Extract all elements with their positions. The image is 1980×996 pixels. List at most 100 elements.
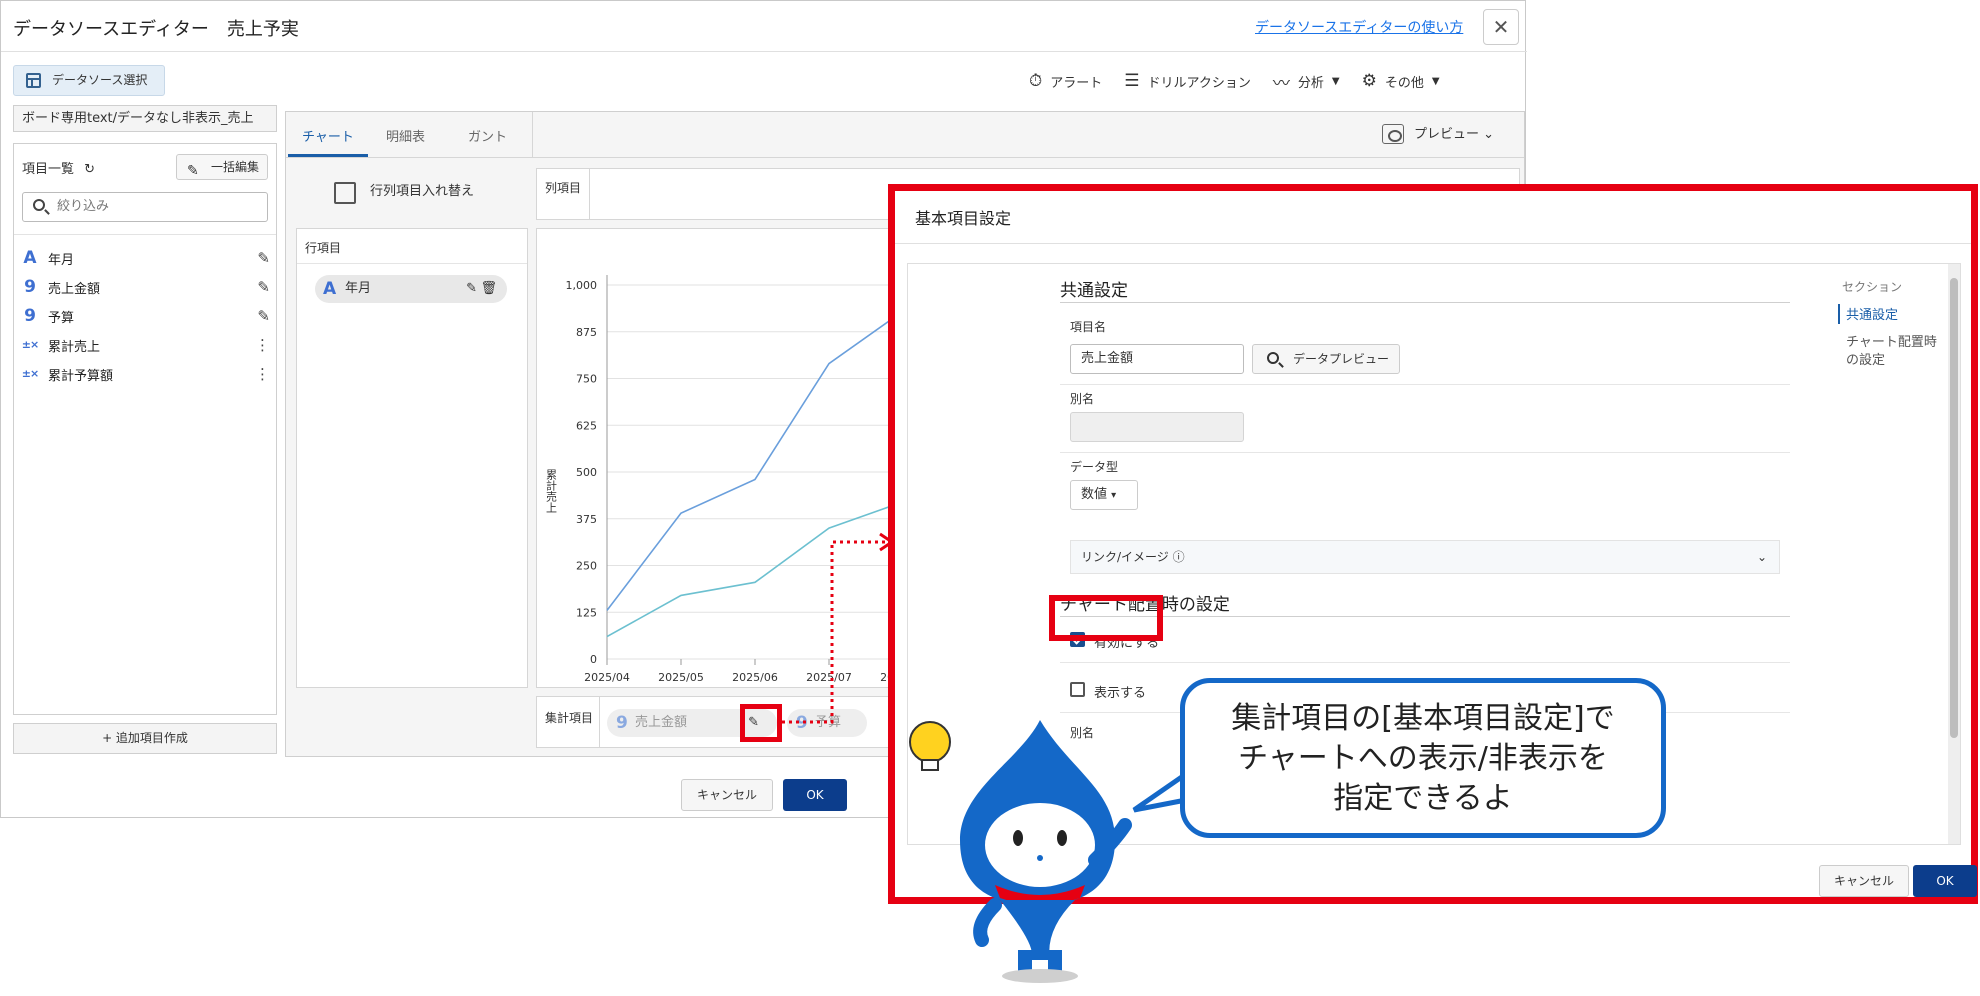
text-type-icon: A bbox=[323, 279, 337, 299]
y-tick-label: 500 bbox=[576, 466, 597, 479]
item-name-label: 項目名 bbox=[1070, 320, 1107, 334]
section-nav-chart[interactable]: チャート配置時の設定 bbox=[1846, 334, 1946, 370]
data-preview-button[interactable]: データプレビュー bbox=[1252, 344, 1400, 374]
help-link[interactable]: データソースエディターの使い方 bbox=[1255, 17, 1463, 37]
trash-icon[interactable]: 🗑 bbox=[480, 275, 497, 303]
dialog-title: 基本項目設定 bbox=[915, 209, 1012, 228]
filter-placeholder: 絞り込み bbox=[57, 199, 110, 214]
y-tick-label: 250 bbox=[576, 560, 597, 573]
tab-divider bbox=[532, 112, 533, 158]
refresh-icon[interactable]: ↻ bbox=[84, 162, 95, 177]
datatype-select[interactable]: 数値 ▾ bbox=[1070, 480, 1138, 510]
search-icon bbox=[1267, 352, 1279, 364]
alias-label: 別名 bbox=[1070, 392, 1095, 406]
dialog-cancel-button[interactable]: キャンセル bbox=[1819, 865, 1909, 897]
alias-input[interactable] bbox=[1070, 412, 1244, 442]
y-axis-label: 累計売上 bbox=[545, 469, 558, 513]
pencil-icon: ✎ bbox=[187, 163, 199, 179]
y-tick-label: 375 bbox=[576, 513, 597, 526]
y-tick-label: 750 bbox=[576, 373, 597, 386]
divider bbox=[1060, 302, 1790, 303]
aggregate-chip-label: 売上金額 bbox=[635, 715, 688, 730]
toolbar-item-0[interactable]: ⏱ アラート bbox=[1029, 71, 1102, 91]
divider bbox=[599, 697, 600, 747]
toolbar-item-1[interactable]: ☰ ドリルアクション bbox=[1124, 71, 1251, 91]
show-checkbox-highlight bbox=[1049, 595, 1163, 641]
tab-chart[interactable]: チャート bbox=[302, 126, 354, 145]
eye-icon bbox=[1382, 124, 1404, 144]
swap-row-column-button[interactable]: 行列項目入れ替え bbox=[286, 162, 532, 222]
filter-input[interactable]: 絞り込み bbox=[22, 192, 268, 222]
number-type-icon: 9 bbox=[616, 713, 628, 733]
swap-label: 行列項目入れ替え bbox=[370, 184, 475, 199]
field-name: 予算 bbox=[48, 310, 75, 326]
field-item[interactable]: ±× 累計予算額 ⋮ bbox=[20, 360, 274, 388]
field-item[interactable]: ±× 累計売上 ⋮ bbox=[20, 331, 274, 359]
more-menu-icon[interactable]: ⋮ bbox=[255, 365, 270, 383]
bulk-edit-label: 一括編集 bbox=[211, 160, 260, 174]
y-tick-label: 625 bbox=[576, 419, 597, 432]
scrollbar-thumb[interactable] bbox=[1950, 278, 1958, 738]
header-divider bbox=[1, 51, 1527, 52]
caret-down-icon: ▼ bbox=[1431, 75, 1440, 87]
calc-type-icon: ±× bbox=[21, 367, 39, 380]
y-tick-label: 875 bbox=[576, 326, 597, 339]
alert-icon: ⏱ bbox=[1029, 71, 1043, 91]
analysis-icon: 〰 bbox=[1272, 73, 1290, 94]
row-items-zone[interactable]: 行項目 A 年月 ✎ 🗑 bbox=[296, 228, 528, 688]
field-item[interactable]: A 年月 ✎ bbox=[20, 244, 274, 272]
row-item-chip[interactable]: A 年月 ✎ 🗑 bbox=[315, 275, 507, 303]
divider bbox=[1060, 616, 1790, 617]
aggregate-items-label: 集計項目 bbox=[545, 711, 594, 725]
pencil-icon[interactable]: ✎ bbox=[257, 249, 270, 267]
item-name-input[interactable]: 売上金額 bbox=[1070, 344, 1244, 374]
tab-gantt[interactable]: ガント bbox=[468, 126, 507, 145]
bulk-edit-button[interactable]: ✎ 一括編集 bbox=[176, 154, 268, 180]
datatype-value: 数値 bbox=[1081, 487, 1108, 502]
preview-dropdown[interactable]: プレビュー ⌄ bbox=[1382, 122, 1517, 148]
show-checkbox[interactable] bbox=[1070, 682, 1085, 697]
more-menu-icon[interactable]: ⋮ bbox=[255, 336, 270, 354]
mascot-character bbox=[909, 720, 1132, 983]
y-tick-label: 0 bbox=[590, 653, 597, 666]
field-list-panel: 項目一覧 ↻ ✎ 一括編集 絞り込み A 年月 ✎ 9 売上金額 ✎ 9 予算 ✎ ±× 累計売上 ⋮… bbox=[13, 143, 277, 715]
field-name: 累計売上 bbox=[48, 339, 101, 355]
dialog-ok-button[interactable]: OK bbox=[1913, 865, 1977, 897]
link-image-label: リンク/イメージ bbox=[1081, 550, 1169, 564]
field-item[interactable]: 9 売上金額 ✎ bbox=[20, 273, 274, 301]
chevron-down-icon: ⌄ bbox=[1756, 550, 1767, 564]
caret-down-icon: ▾ bbox=[1111, 490, 1117, 501]
datasource-name-field[interactable]: ボード専用text/データなし非表示_売上 bbox=[13, 105, 277, 132]
close-icon[interactable]: ✕ bbox=[1483, 9, 1519, 45]
dialog-scrollbar[interactable] bbox=[1948, 264, 1960, 844]
datatype-label: データ型 bbox=[1070, 460, 1119, 474]
pencil-icon[interactable]: ✎ bbox=[257, 307, 270, 325]
section-nav-common[interactable]: 共通設定 bbox=[1846, 304, 1898, 323]
swap-icon bbox=[334, 182, 356, 204]
pencil-icon[interactable]: ✎ bbox=[257, 278, 270, 296]
info-icon: ⓘ bbox=[1172, 550, 1185, 564]
search-icon bbox=[33, 199, 45, 211]
row-items-label: 行項目 bbox=[305, 241, 342, 255]
toolbar-label: ドリルアクション bbox=[1147, 75, 1251, 91]
divider bbox=[1060, 662, 1790, 663]
callout-line-3: 指定できるよ bbox=[1333, 781, 1513, 816]
add-item-button[interactable]: + 追加項目作成 bbox=[13, 723, 277, 754]
y-tick-label: 1,000 bbox=[566, 279, 598, 292]
tab-detail[interactable]: 明細表 bbox=[386, 126, 425, 145]
pencil-icon[interactable]: ✎ bbox=[466, 275, 477, 303]
divider bbox=[1060, 452, 1790, 453]
toolbar-label: 分析 bbox=[1297, 75, 1324, 91]
datasource-select-button[interactable]: データソース選択 bbox=[13, 65, 165, 96]
text-type-icon: A bbox=[23, 248, 37, 268]
editor-ok-button[interactable]: OK bbox=[783, 779, 847, 811]
field-list-heading: 項目一覧 ↻ bbox=[22, 158, 95, 177]
toolbar-item-3[interactable]: ⚙ その他 ▼ bbox=[1362, 71, 1440, 91]
view-tabs: チャート 明細表 ガント プレビュー ⌄ bbox=[286, 112, 1524, 158]
field-item[interactable]: 9 予算 ✎ bbox=[20, 302, 274, 330]
link-image-accordion[interactable]: リンク/イメージ ⓘ ⌄ bbox=[1070, 540, 1780, 574]
editor-title: データソースエディター 売上予実 bbox=[13, 19, 299, 40]
toolbar-item-2[interactable]: 〰分析 ▼ bbox=[1273, 69, 1340, 94]
editor-cancel-button[interactable]: キャンセル bbox=[681, 779, 773, 811]
callout-line-1: 集計項目の[基本項目設定]で bbox=[1231, 701, 1615, 736]
